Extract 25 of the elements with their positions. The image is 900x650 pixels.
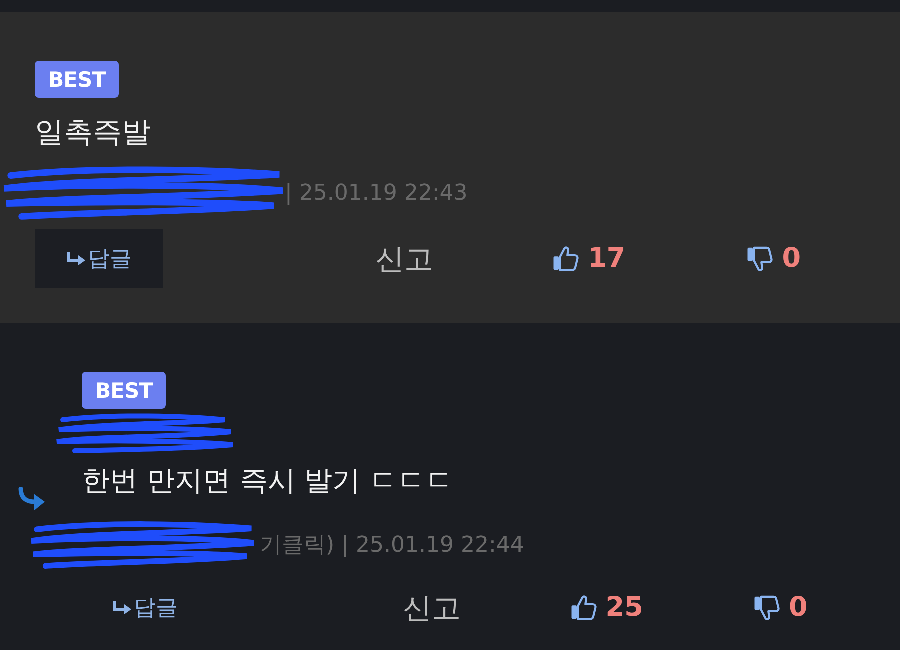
thumbs-down-icon: [753, 594, 782, 622]
like-button[interactable]: 25: [570, 592, 644, 623]
reply-arrow-icon: [66, 252, 86, 266]
dislike-count: 0: [789, 592, 808, 623]
thumbs-up-icon: [552, 244, 580, 272]
dislike-count: 0: [782, 243, 802, 274]
thumbs-down-icon: [746, 244, 774, 272]
reply-button[interactable]: 답글: [35, 229, 163, 288]
comment-text: 한번 만지면 즉시 발기 ㄷㄷㄷ: [82, 463, 454, 499]
like-button[interactable]: 17: [552, 243, 626, 274]
comment-meta: | 25.01.19 22:43: [285, 180, 468, 206]
thumbs-up-icon: [570, 594, 598, 622]
report-button[interactable]: 신고: [375, 240, 434, 276]
reply-arrow-icon: [112, 600, 132, 614]
best-badge: BEST: [35, 61, 119, 98]
like-count: 25: [606, 592, 644, 623]
report-button[interactable]: 신고: [403, 590, 462, 626]
comment-text: 일촉즉발: [35, 114, 151, 151]
dislike-button[interactable]: 0: [746, 243, 802, 274]
like-count: 17: [588, 243, 626, 274]
best-badge: BEST: [82, 372, 166, 409]
reply-button[interactable]: 답글: [112, 592, 178, 622]
dislike-button[interactable]: 0: [753, 592, 808, 623]
reply-arrow-icon: [18, 487, 46, 513]
comment-meta: 기클릭) | 25.01.19 22:44: [260, 532, 524, 560]
